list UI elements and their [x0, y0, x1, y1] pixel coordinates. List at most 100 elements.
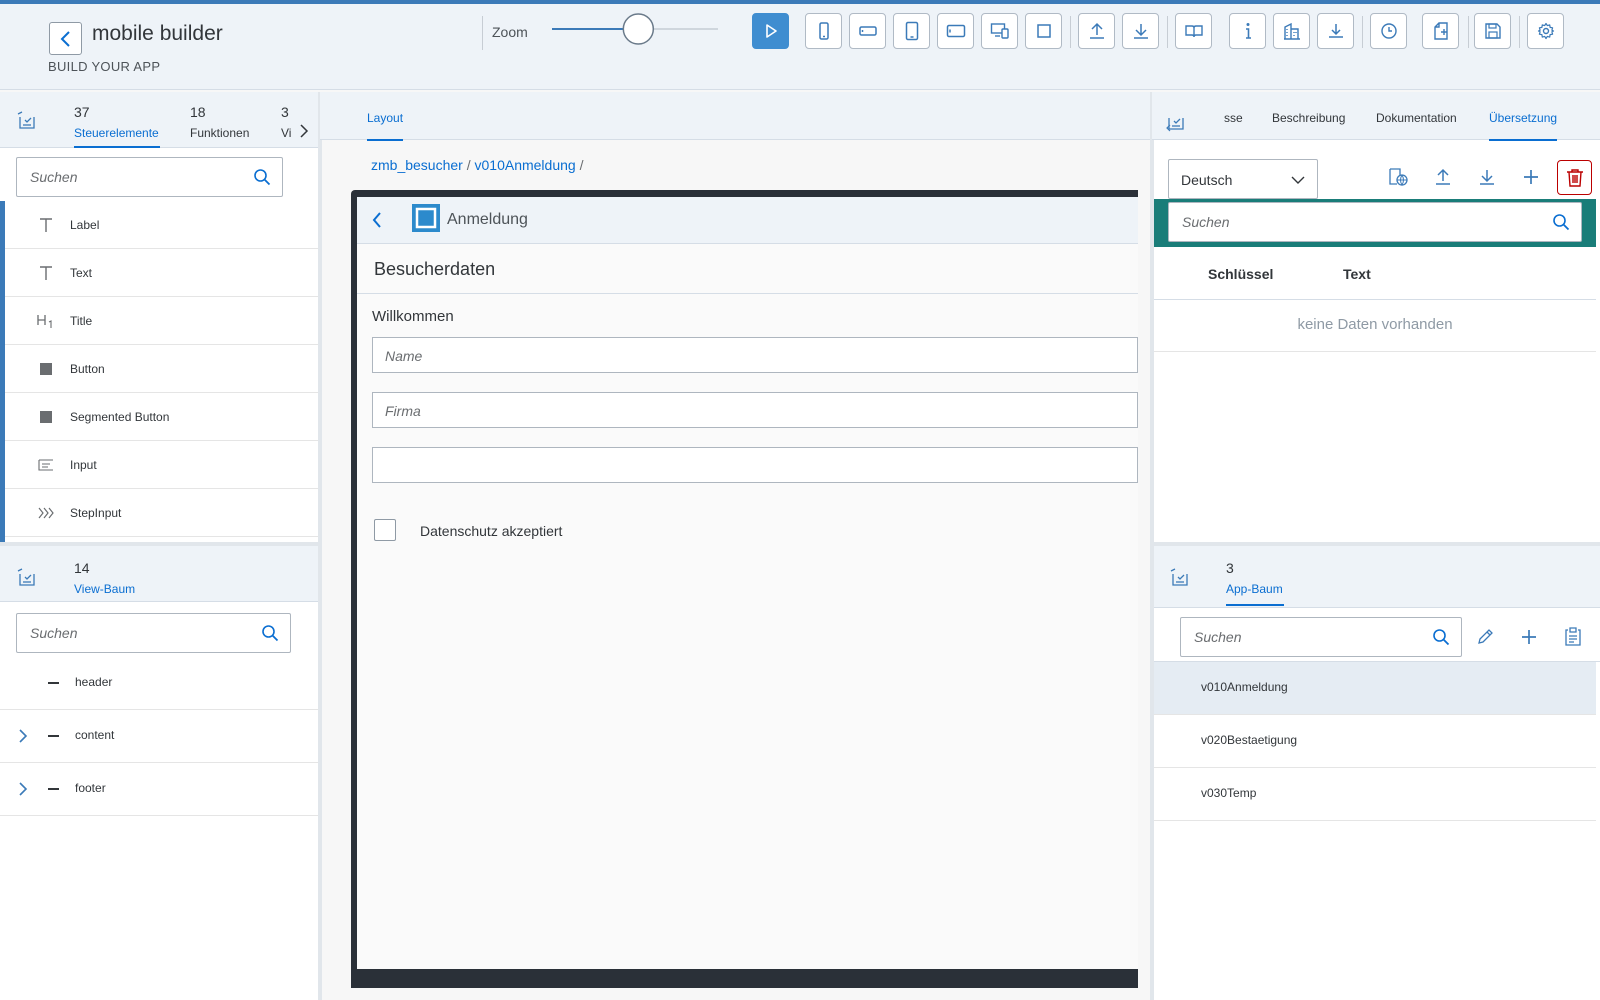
phone-landscape-icon: [858, 26, 877, 36]
control-item-name: Label: [70, 218, 100, 232]
active-tab-indicator: [1226, 604, 1284, 606]
tab-view-tree[interactable]: View-Baum: [74, 582, 135, 596]
collapse-panel-icon[interactable]: [1170, 568, 1190, 588]
app-title: mobile builder: [92, 22, 223, 45]
app-tree-item-v010[interactable]: v010Anmeldung: [1154, 662, 1596, 715]
controls-search-input[interactable]: Suchen: [16, 157, 283, 197]
mobile-name-input[interactable]: Name: [372, 337, 1138, 373]
save-button[interactable]: [1474, 13, 1511, 49]
app-tree-item-label: v010Anmeldung: [1201, 680, 1288, 694]
breadcrumb-separator: /: [579, 157, 584, 173]
chevron-left-icon[interactable]: [371, 212, 383, 228]
column-header-key[interactable]: Schlüssel: [1208, 266, 1273, 282]
search-icon[interactable]: [1552, 213, 1570, 231]
search-icon[interactable]: [261, 624, 279, 642]
translate-button[interactable]: [1380, 159, 1416, 195]
tree-node-header[interactable]: header: [0, 657, 318, 710]
phone-portrait-button[interactable]: [805, 13, 842, 49]
tab-views[interactable]: Vi: [281, 126, 291, 140]
chevron-right-icon[interactable]: [17, 782, 29, 796]
phone-landscape-button[interactable]: [849, 13, 886, 49]
tab-functions[interactable]: Funktionen: [190, 126, 249, 140]
privacy-checkbox[interactable]: [374, 519, 396, 541]
delete-button[interactable]: [1557, 160, 1592, 195]
control-item-name: Input: [70, 458, 97, 472]
control-item-input[interactable]: Input: [0, 441, 318, 489]
preview-button[interactable]: [752, 13, 789, 49]
tab-app-tree-count[interactable]: 3: [1226, 560, 1234, 576]
chevron-right-icon[interactable]: [298, 124, 310, 138]
search-icon[interactable]: [1432, 628, 1450, 646]
column-header-text[interactable]: Text: [1343, 266, 1371, 282]
control-item-name: Button: [70, 362, 105, 376]
tab-description[interactable]: Beschreibung: [1272, 111, 1345, 125]
search-icon[interactable]: [253, 168, 271, 186]
download-button[interactable]: [1469, 159, 1505, 195]
tab-classes[interactable]: sse: [1224, 111, 1243, 125]
control-item-title[interactable]: Title: [0, 297, 318, 345]
control-item-segmented-button[interactable]: Segmented Button: [0, 393, 318, 441]
active-tab-indicator: [74, 146, 160, 148]
desktop-tablet-button[interactable]: [981, 13, 1018, 49]
control-item-button[interactable]: Button: [0, 345, 318, 393]
tab-controls-count[interactable]: 37: [74, 104, 90, 120]
zoom-slider[interactable]: [550, 10, 720, 48]
tree-node-footer[interactable]: footer: [0, 763, 318, 816]
step-chevrons-icon: [36, 503, 56, 523]
control-item-text[interactable]: Text: [0, 249, 318, 297]
paste-view-button[interactable]: [1555, 619, 1591, 655]
upload-button[interactable]: [1425, 159, 1461, 195]
search-placeholder: Suchen: [30, 625, 78, 641]
tab-controls[interactable]: Steuerelemente: [74, 126, 159, 140]
history-button[interactable]: [1370, 13, 1407, 49]
chevron-right-icon[interactable]: [17, 729, 29, 743]
shell-header: [0, 4, 1600, 90]
documentation-button[interactable]: [1175, 13, 1212, 49]
text-t-icon: [36, 263, 56, 283]
mobile-third-input[interactable]: [372, 447, 1138, 483]
tab-app-tree[interactable]: App-Baum: [1226, 582, 1283, 596]
language-select[interactable]: Deutsch: [1168, 159, 1318, 199]
panel-splitter[interactable]: [318, 92, 322, 1000]
organization-button[interactable]: [1273, 13, 1310, 49]
upload-button[interactable]: [1078, 13, 1115, 49]
settings-button[interactable]: [1527, 13, 1564, 49]
collapse-panel-icon[interactable]: [17, 568, 37, 588]
dash-icon: [48, 735, 59, 737]
tab-translation[interactable]: Übersetzung: [1489, 111, 1557, 125]
export-button[interactable]: [1317, 13, 1354, 49]
tab-functions-count[interactable]: 18: [190, 104, 206, 120]
info-button[interactable]: [1229, 13, 1266, 49]
collapse-panel-icon[interactable]: [17, 111, 37, 131]
tab-view-tree-count[interactable]: 14: [74, 560, 90, 576]
collapse-panel-icon[interactable]: [1166, 112, 1186, 132]
tablet-portrait-button[interactable]: [893, 13, 930, 49]
app-tree-item-v020[interactable]: v020Bestaetigung: [1154, 715, 1596, 768]
new-file-button[interactable]: [1422, 13, 1459, 49]
tab-documentation[interactable]: Dokumentation: [1376, 111, 1457, 125]
tab-layout[interactable]: Layout: [367, 111, 403, 125]
back-button[interactable]: [49, 22, 82, 55]
active-tab-indicator: [1489, 139, 1557, 141]
download-button[interactable]: [1122, 13, 1159, 49]
breadcrumb-link-app[interactable]: zmb_besucher: [371, 157, 463, 173]
edit-view-button[interactable]: [1467, 619, 1503, 655]
add-translation-button[interactable]: [1513, 159, 1549, 195]
breadcrumb-link-view[interactable]: v010Anmeldung: [475, 157, 576, 173]
control-item-stepinput[interactable]: StepInput: [0, 489, 318, 537]
mobile-company-input[interactable]: Firma: [372, 392, 1138, 428]
zoom-slider-handle[interactable]: [622, 13, 655, 45]
control-item-label[interactable]: Label: [0, 201, 318, 249]
app-tree-tabbar: [1154, 546, 1600, 608]
tree-node-content[interactable]: content: [0, 710, 318, 763]
add-view-button[interactable]: [1511, 619, 1547, 655]
privacy-checkbox-label: Datenschutz akzeptiert: [420, 523, 563, 539]
view-tree-search-input[interactable]: Suchen: [16, 613, 291, 653]
tab-views-count[interactable]: 3: [281, 104, 289, 120]
translation-search-input[interactable]: Suchen: [1168, 202, 1582, 242]
full-frame-button[interactable]: [1025, 13, 1062, 49]
app-tree-item-v030[interactable]: v030Temp: [1154, 768, 1596, 821]
tablet-landscape-button[interactable]: [937, 13, 974, 49]
app-tree-search-input[interactable]: Suchen: [1180, 617, 1462, 657]
square-icon: [36, 359, 56, 379]
